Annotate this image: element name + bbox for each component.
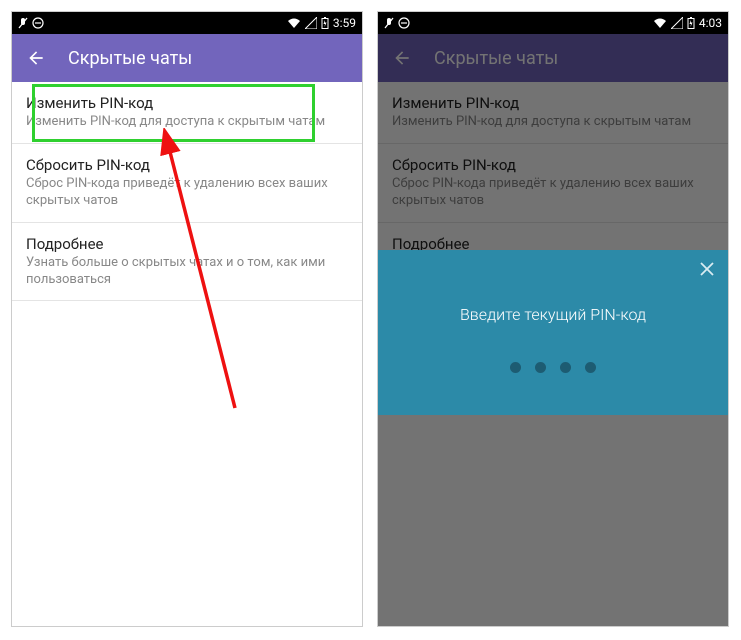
pin-dot	[535, 362, 546, 373]
phone-left: 3:59 Скрытые чаты Изменить PIN-код Измен…	[11, 11, 363, 627]
item-title: Сбросить PIN-код	[392, 156, 714, 174]
back-icon[interactable]	[392, 48, 412, 68]
pin-dot	[510, 362, 521, 373]
app-bar: Скрытые чаты	[378, 34, 728, 82]
do-not-disturb-icon	[32, 17, 44, 29]
status-bar: 3:59	[12, 12, 362, 34]
wifi-icon	[653, 17, 667, 29]
mic-off-icon	[18, 17, 28, 29]
battery-icon	[321, 17, 329, 29]
item-subtitle: Сброс PIN-кода приведёт к удалению всех …	[392, 176, 714, 210]
item-subtitle: Изменить PIN-код для доступа к скрытым ч…	[392, 114, 714, 131]
pin-dots	[510, 362, 596, 373]
page-title: Скрытые чаты	[434, 48, 558, 69]
do-not-disturb-icon	[398, 17, 410, 29]
status-time: 4:03	[699, 16, 722, 30]
wifi-icon	[287, 17, 301, 29]
item-subtitle: Узнать больше о скрытых чатах и о том, к…	[26, 255, 348, 289]
signal-icon	[671, 17, 683, 29]
battery-icon	[687, 17, 695, 29]
item-learn-more[interactable]: Подробнее Узнать больше о скрытых чатах …	[12, 223, 362, 302]
pin-dot	[585, 362, 596, 373]
item-change-pin[interactable]: Изменить PIN-код Изменить PIN-код для до…	[12, 82, 362, 144]
item-title: Подробнее	[26, 235, 348, 253]
page-title: Скрытые чаты	[68, 48, 192, 69]
item-reset-pin[interactable]: Сбросить PIN-код Сброс PIN-кода приведёт…	[12, 144, 362, 223]
signal-icon	[305, 17, 317, 29]
status-bar: 4:03	[378, 12, 728, 34]
app-bar: Скрытые чаты	[12, 34, 362, 82]
back-icon[interactable]	[26, 48, 46, 68]
dim-overlay	[378, 415, 728, 626]
status-time: 3:59	[333, 16, 356, 30]
mic-off-icon	[384, 17, 394, 29]
item-reset-pin[interactable]: Сбросить PIN-код Сброс PIN-кода приведёт…	[378, 144, 728, 223]
item-change-pin[interactable]: Изменить PIN-код Изменить PIN-код для до…	[378, 82, 728, 144]
item-title: Изменить PIN-код	[26, 94, 348, 112]
pin-entry-panel: Введите текущий PIN-код	[378, 250, 728, 415]
pin-dot	[560, 362, 571, 373]
close-icon[interactable]	[698, 260, 716, 282]
settings-list: Изменить PIN-код Изменить PIN-код для до…	[12, 82, 362, 301]
item-title: Изменить PIN-код	[392, 94, 714, 112]
item-subtitle: Изменить PIN-код для доступа к скрытым ч…	[26, 114, 348, 131]
pin-prompt: Введите текущий PIN-код	[460, 305, 646, 324]
item-title: Сбросить PIN-код	[26, 156, 348, 174]
phone-right: 4:03 Скрытые чаты Изменить PIN-код Измен…	[377, 11, 729, 627]
item-subtitle: Сброс PIN-кода приведёт к удалению всех …	[26, 176, 348, 210]
